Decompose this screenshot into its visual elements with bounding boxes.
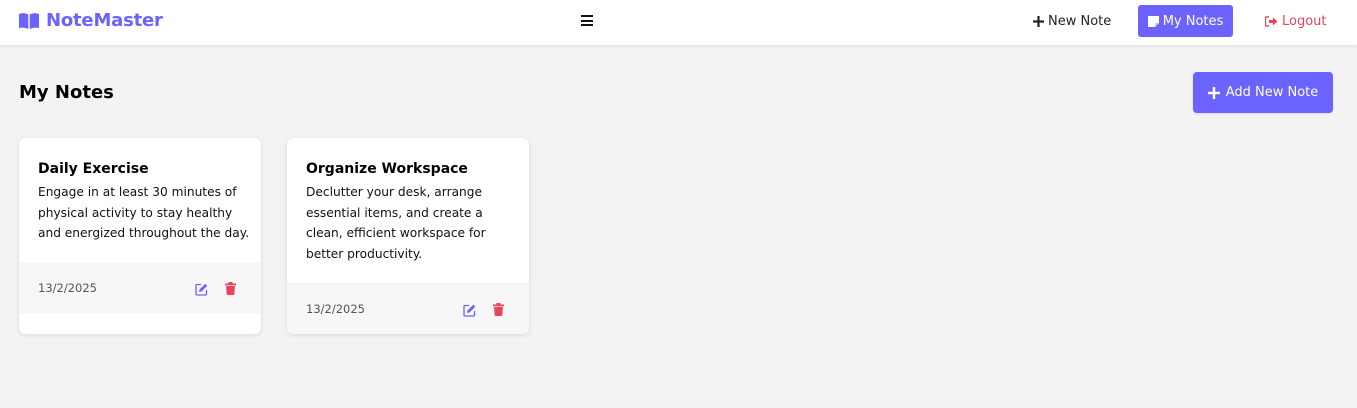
note-date: 13/2/2025 bbox=[38, 281, 97, 295]
page-title: My Notes bbox=[19, 82, 114, 103]
note-content: Engage in at least 30 minutes of physica… bbox=[38, 185, 250, 241]
note-title: Daily Exercise bbox=[38, 161, 149, 177]
edit-icon[interactable] bbox=[463, 302, 476, 317]
nav-logout-label: Logout bbox=[1282, 13, 1327, 29]
nav-logout-button[interactable]: Logout bbox=[1253, 5, 1339, 37]
trash-icon[interactable] bbox=[225, 280, 236, 295]
edit-icon[interactable] bbox=[195, 281, 208, 296]
nav-new-note-button[interactable]: New Note bbox=[1021, 5, 1123, 37]
navbar: NoteMaster New Note My Notes Logout bbox=[0, 0, 1357, 45]
trash-icon[interactable] bbox=[493, 301, 504, 316]
nav-my-notes-label: My Notes bbox=[1162, 13, 1224, 29]
note-footer: 13/2/2025 bbox=[287, 283, 529, 334]
note-date: 13/2/2025 bbox=[306, 302, 365, 316]
nav-my-notes-button[interactable]: My Notes bbox=[1138, 5, 1233, 37]
add-new-note-button[interactable]: Add New Note bbox=[1193, 72, 1333, 113]
note-card: Daily Exercise Engage in at least 30 min… bbox=[19, 138, 261, 334]
book-icon bbox=[18, 12, 40, 30]
note-card: Organize Workspace Declutter your desk, … bbox=[287, 138, 529, 334]
menu-toggle-icon[interactable] bbox=[581, 15, 593, 26]
sign-out-icon bbox=[1265, 15, 1278, 27]
plus-icon bbox=[1033, 15, 1044, 27]
note-title: Organize Workspace bbox=[306, 161, 468, 177]
nav-new-note-label: New Note bbox=[1048, 13, 1112, 29]
note-footer: 13/2/2025 bbox=[19, 262, 261, 314]
brand-logo[interactable]: NoteMaster bbox=[18, 10, 163, 31]
plus-icon bbox=[1207, 86, 1220, 99]
add-new-note-label: Add New Note bbox=[1225, 85, 1319, 100]
sticky-note-icon bbox=[1147, 15, 1159, 27]
brand-name: NoteMaster bbox=[46, 10, 163, 31]
note-content: Declutter your desk, arrange essential i… bbox=[306, 185, 486, 262]
